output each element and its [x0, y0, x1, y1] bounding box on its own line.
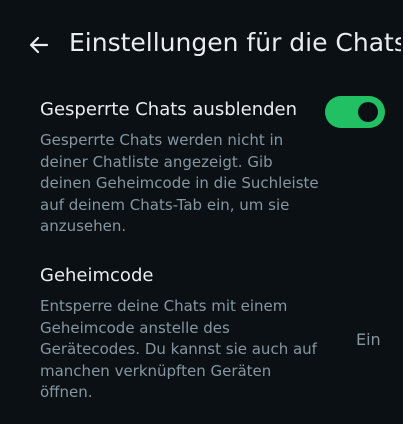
arrow-left-icon [29, 36, 49, 54]
back-button[interactable] [26, 32, 52, 58]
screen-edge [403, 0, 411, 424]
chat-lock-settings-screen: Einstellungen für die Chatsp... Gesperrt… [0, 0, 411, 424]
setting-title: Gesperrte Chats ausblenden [40, 99, 298, 120]
toggle-knob [358, 102, 378, 122]
setting-hide-locked-chats[interactable]: Gesperrte Chats ausblenden Gesperrte Cha… [0, 94, 411, 244]
setting-title: Geheimcode [40, 265, 154, 286]
setting-value: Ein [356, 330, 381, 349]
setting-description: Entsperre deine Chats mit einem Geheimco… [40, 297, 317, 401]
setting-description: Gesperrte Chats werden nicht in deiner C… [40, 131, 319, 235]
hide-locked-chats-toggle[interactable] [325, 96, 385, 128]
setting-secret-code[interactable]: Geheimcode Entsperre deine Chats mit ein… [0, 260, 411, 410]
page-title: Einstellungen für die Chatsp... [69, 28, 401, 57]
app-bar: Einstellungen für die Chatsp... [0, 22, 411, 70]
